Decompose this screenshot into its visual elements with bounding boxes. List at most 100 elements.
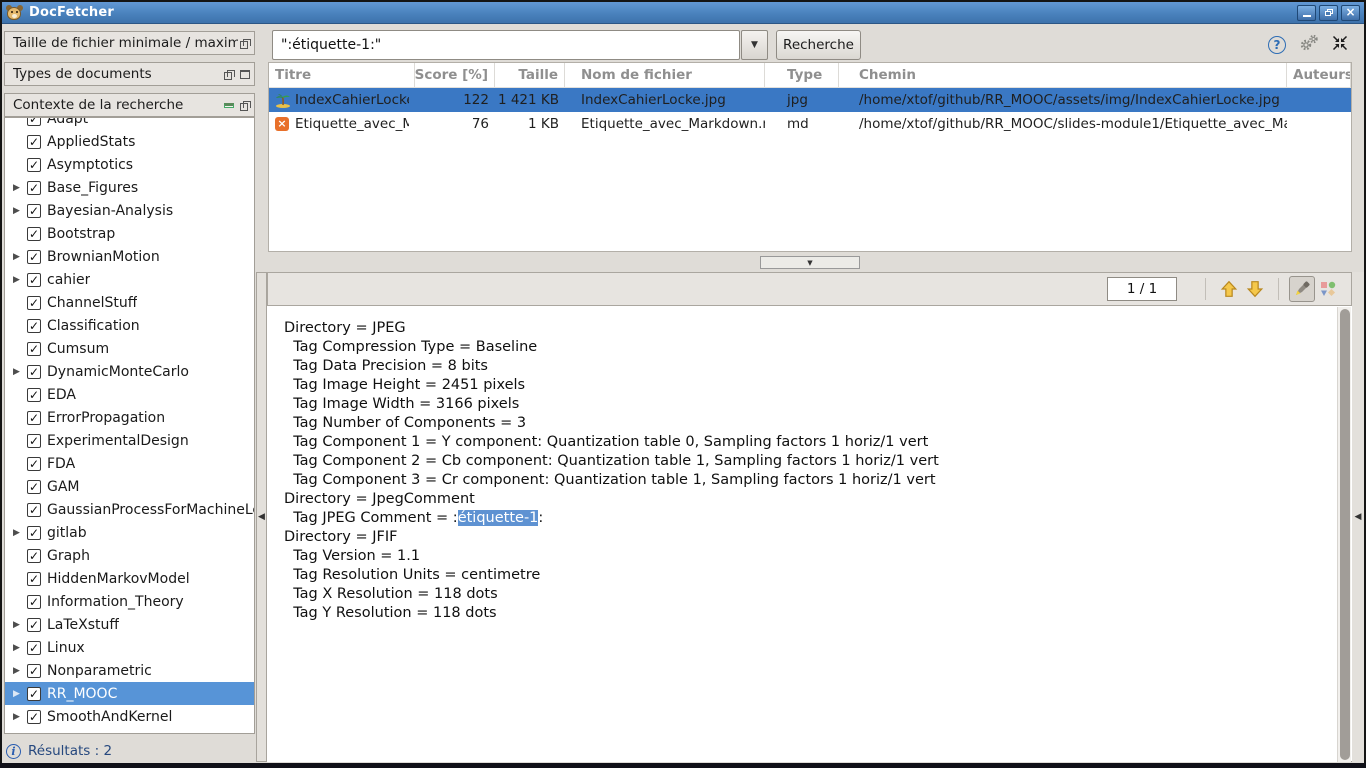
checkbox[interactable]: ✓ — [27, 434, 41, 448]
checkbox[interactable]: ✓ — [27, 342, 41, 356]
checkbox[interactable]: ✓ — [27, 572, 41, 586]
checkbox[interactable]: ✓ — [27, 710, 41, 724]
preview-scrollbar[interactable] — [1337, 307, 1351, 762]
minimize-icon[interactable] — [224, 103, 234, 108]
expand-arrow-icon[interactable]: ▶ — [13, 666, 27, 676]
tree-item-ExperimentalDesign[interactable]: ✓ExperimentalDesign — [5, 429, 254, 452]
checkbox[interactable]: ✓ — [27, 158, 41, 172]
tree-item-DynamicMonteCarlo[interactable]: ▶✓DynamicMonteCarlo — [5, 360, 254, 383]
tree-item-Linux[interactable]: ▶✓Linux — [5, 636, 254, 659]
minimize-button[interactable] — [1297, 5, 1316, 21]
expand-arrow-icon[interactable]: ▶ — [13, 643, 27, 653]
tree-item-Bootstrap[interactable]: ✓Bootstrap — [5, 222, 254, 245]
tree-item-GaussianProcessForMachineLea[interactable]: ✓GaussianProcessForMachineLea — [5, 498, 254, 521]
tree-item-gitlab[interactable]: ▶✓gitlab — [5, 521, 254, 544]
search-button[interactable]: Recherche — [776, 30, 861, 60]
tree-item-FDA[interactable]: ✓FDA — [5, 452, 254, 475]
checkbox[interactable]: ✓ — [27, 388, 41, 402]
tree-item-Classification[interactable]: ✓Classification — [5, 314, 254, 337]
panel-header-document-types[interactable]: Types de documents — [4, 62, 255, 86]
expand-arrow-icon[interactable]: ▶ — [13, 528, 27, 538]
tree-item-GAM[interactable]: ✓GAM — [5, 475, 254, 498]
expand-arrow-icon[interactable]: ▶ — [13, 183, 27, 193]
checkbox[interactable]: ✓ — [27, 480, 41, 494]
expand-arrow-icon[interactable]: ▶ — [13, 206, 27, 216]
tree-item-HiddenMarkovModel[interactable]: ✓HiddenMarkovModel — [5, 567, 254, 590]
column-header-auteurs[interactable]: Auteurs — [1287, 63, 1351, 87]
checkbox[interactable]: ✓ — [27, 319, 41, 333]
result-row-md[interactable]: ×Etiquette_avec_Markdown761 KBEtiquette_… — [269, 112, 1351, 136]
expand-arrow-icon[interactable]: ▶ — [13, 689, 27, 699]
column-header-nom-de-fichier[interactable]: Nom de fichier — [565, 63, 765, 87]
expand-arrow-icon[interactable]: ▶ — [13, 620, 27, 630]
highlighter-toggle-button[interactable] — [1289, 276, 1315, 302]
expand-arrow-icon[interactable]: ▶ — [13, 252, 27, 262]
restore-button[interactable] — [1319, 5, 1338, 21]
checkbox[interactable]: ✓ — [27, 365, 41, 379]
column-header-type[interactable]: Type — [765, 63, 839, 87]
tree-item-ChannelStuff[interactable]: ✓ChannelStuff — [5, 291, 254, 314]
checkbox[interactable]: ✓ — [27, 117, 41, 126]
panel-header-file-size[interactable]: Taille de fichier minimale / maximale — [4, 31, 255, 55]
tree-item-SmoothAndKernel[interactable]: ▶✓SmoothAndKernel — [5, 705, 254, 728]
checkbox[interactable]: ✓ — [27, 595, 41, 609]
column-header-titre[interactable]: Titre — [269, 63, 415, 87]
checkbox[interactable]: ✓ — [27, 664, 41, 678]
checkbox[interactable]: ✓ — [27, 250, 41, 264]
checkbox[interactable]: ✓ — [27, 227, 41, 241]
expand-arrow-icon[interactable]: ▶ — [13, 275, 27, 285]
checkbox[interactable]: ✓ — [27, 503, 41, 517]
next-occurrence-button[interactable] — [1242, 276, 1268, 302]
result-row-jpg[interactable]: IndexCahierLocke1221 421 KBIndexCahierLo… — [269, 88, 1351, 112]
results-table-header[interactable]: TitreScore [%]TailleNom de fichierTypeCh… — [269, 63, 1351, 88]
shapes-legend-icon[interactable] — [1315, 276, 1341, 302]
close-button[interactable]: × — [1341, 5, 1360, 21]
checkbox[interactable]: ✓ — [27, 457, 41, 471]
column-header-score-[interactable]: Score [%] — [415, 63, 495, 87]
tree-item-Graph[interactable]: ✓Graph — [5, 544, 254, 567]
column-header-chemin[interactable]: Chemin — [839, 63, 1287, 87]
restore-icon[interactable] — [240, 101, 250, 110]
preferences-gears-icon[interactable] — [1299, 34, 1319, 55]
checkbox[interactable]: ✓ — [27, 687, 41, 701]
expand-arrow-icon[interactable]: ▶ — [13, 712, 27, 722]
tree-item-LaTeXstuff[interactable]: ▶✓LaTeXstuff — [5, 613, 254, 636]
checkbox[interactable]: ✓ — [27, 618, 41, 632]
tree-item-RR_MOOC[interactable]: ▶✓RR_MOOC — [5, 682, 254, 705]
checkbox[interactable]: ✓ — [27, 181, 41, 195]
tree-item-Information_Theory[interactable]: ✓Information_Theory — [5, 590, 254, 613]
checkbox[interactable]: ✓ — [27, 273, 41, 287]
tree-item-Base_Figures[interactable]: ▶✓Base_Figures — [5, 176, 254, 199]
tree-item-Asymptotics[interactable]: ✓Asymptotics — [5, 153, 254, 176]
restore-icon[interactable] — [240, 39, 250, 48]
tree-item-EDA[interactable]: ✓EDA — [5, 383, 254, 406]
page-indicator[interactable]: 1 / 1 — [1107, 277, 1177, 301]
checkbox[interactable]: ✓ — [27, 641, 41, 655]
tree-item-Adapt[interactable]: ✓Adapt — [5, 117, 254, 130]
tree-item-BrownianMotion[interactable]: ▶✓BrownianMotion — [5, 245, 254, 268]
preview-left-sash[interactable]: ◀ — [256, 272, 267, 762]
checkbox[interactable]: ✓ — [27, 135, 41, 149]
tree-item-ErrorPropagation[interactable]: ✓ErrorPropagation — [5, 406, 254, 429]
maximize-icon[interactable] — [240, 70, 250, 79]
tree-item-Nonparametric[interactable]: ▶✓Nonparametric — [5, 659, 254, 682]
preview-text[interactable]: Directory = JPEG Tag Compression Type = … — [267, 306, 1337, 762]
tree-item-cahier[interactable]: ▶✓cahier — [5, 268, 254, 291]
search-history-dropdown-button[interactable]: ▼ — [741, 30, 768, 60]
tree-item-Cumsum[interactable]: ✓Cumsum — [5, 337, 254, 360]
preview-collapse-button[interactable]: ▼ — [760, 256, 860, 269]
previous-occurrence-button[interactable] — [1216, 276, 1242, 302]
checkbox[interactable]: ✓ — [27, 411, 41, 425]
column-header-taille[interactable]: Taille — [495, 63, 565, 87]
checkbox[interactable]: ✓ — [27, 204, 41, 218]
expand-arrow-icon[interactable]: ▶ — [13, 367, 27, 377]
panel-header-search-scope[interactable]: Contexte de la recherche — [4, 93, 255, 117]
checkbox[interactable]: ✓ — [27, 296, 41, 310]
tree-item-AppliedStats[interactable]: ✓AppliedStats — [5, 130, 254, 153]
compact-view-icon[interactable] — [1332, 35, 1348, 55]
preview-right-sash[interactable]: ◀ — [1352, 272, 1364, 762]
restore-icon[interactable] — [224, 70, 234, 79]
checkbox[interactable]: ✓ — [27, 526, 41, 540]
tree-item-Bayesian-Analysis[interactable]: ▶✓Bayesian-Analysis — [5, 199, 254, 222]
help-icon[interactable]: ? — [1268, 36, 1286, 54]
